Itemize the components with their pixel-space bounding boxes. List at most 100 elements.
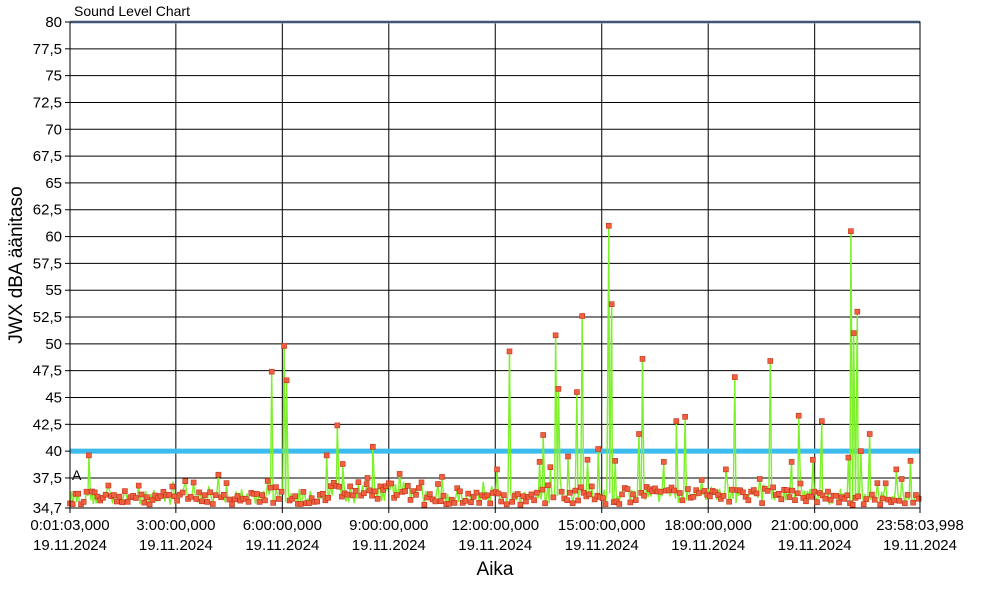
data-point [864,497,869,502]
y-tick-label: 80 [45,14,62,31]
data-point [356,480,361,485]
data-point [452,500,457,505]
data-point [518,502,523,507]
data-point [553,333,558,338]
data-point [628,500,633,505]
data-point [257,499,262,504]
data-point [680,498,685,503]
x-tick-date-label: 19.11.2024 [352,537,426,554]
data-point [620,492,625,497]
data-point [230,502,235,507]
data-point [878,502,883,507]
data-point [858,449,863,454]
data-point [263,498,268,503]
data-point [625,487,630,492]
data-point [427,492,432,497]
data-point [819,419,824,424]
data-point [729,487,734,492]
y-tick-label: 75 [45,68,62,85]
data-point [394,493,399,498]
x-tick-time-label: 9:00:00,000 [349,517,428,534]
data-point [405,483,410,488]
y-tick-label: 52,5 [33,309,62,326]
data-point [367,488,372,493]
data-point [199,499,204,504]
data-point [122,489,127,494]
x-tick-date-label: 19.11.2024 [778,537,852,554]
data-point [188,494,193,499]
y-tick-label: 65 [45,175,62,192]
x-tick-date-label: 19.11.2024 [245,537,319,554]
data-point [86,453,91,458]
data-point [606,223,611,228]
data-point [474,490,479,495]
data-point [567,490,572,495]
data-point [370,444,375,449]
y-tick-label: 70 [45,121,62,138]
data-point [436,482,441,487]
data-point [798,481,803,486]
x-tick-time-label: 6:00:00,000 [243,517,322,534]
data-point [175,498,180,503]
data-point [810,457,815,462]
x-tick-time-label: 12:00:00,000 [451,517,539,534]
data-point [834,493,839,498]
sound-level-chart: 34,737,54042,54547,55052,55557,56062,565… [0,0,990,588]
data-point [485,493,490,498]
chart-canvas: 34,737,54042,54547,55052,55557,56062,565… [0,0,990,588]
data-point [114,499,119,504]
data-point [790,488,795,493]
x-axis-title: Aika [477,559,514,580]
x-tick-date-label: 19.11.2024 [671,537,745,554]
data-point [793,498,798,503]
series-line-segment [870,434,871,500]
data-point [699,478,704,483]
data-point [458,489,463,494]
data-point [596,447,601,452]
data-point [872,497,877,502]
data-point [507,349,512,354]
data-point [574,390,579,395]
data-point [120,500,125,505]
data-point [760,501,765,506]
data-point [521,494,526,499]
series-line-segment [612,304,613,499]
data-point [768,359,773,364]
data-point [707,494,712,499]
data-point [274,485,279,490]
data-point [911,500,916,505]
data-point [213,493,218,498]
data-point [566,454,571,459]
data-point [765,488,770,493]
data-point [899,477,904,482]
data-point [180,490,185,495]
x-tick-time-label: 21:00:00,000 [771,517,859,534]
data-point [337,484,342,489]
data-point [880,496,885,501]
data-point [469,500,474,505]
data-point [851,331,856,336]
data-point [422,502,427,507]
data-point [136,483,141,488]
data-point [545,483,550,488]
data-point [540,487,545,492]
data-point [600,496,605,501]
data-point [573,488,578,493]
data-point [891,498,896,503]
data-point [837,500,842,505]
y-tick-label: 67,5 [33,148,62,165]
data-point [466,491,471,496]
data-point [587,492,592,497]
data-point [375,496,380,501]
data-point [414,492,419,497]
data-point [815,500,820,505]
x-tick-date-label: 19.11.2024 [33,537,107,554]
data-point [216,472,221,477]
data-point [674,419,679,424]
data-point [496,491,501,496]
data-point [268,485,273,490]
data-point [441,493,446,498]
data-point [282,344,287,349]
data-point [867,432,872,437]
data-point [269,369,274,374]
